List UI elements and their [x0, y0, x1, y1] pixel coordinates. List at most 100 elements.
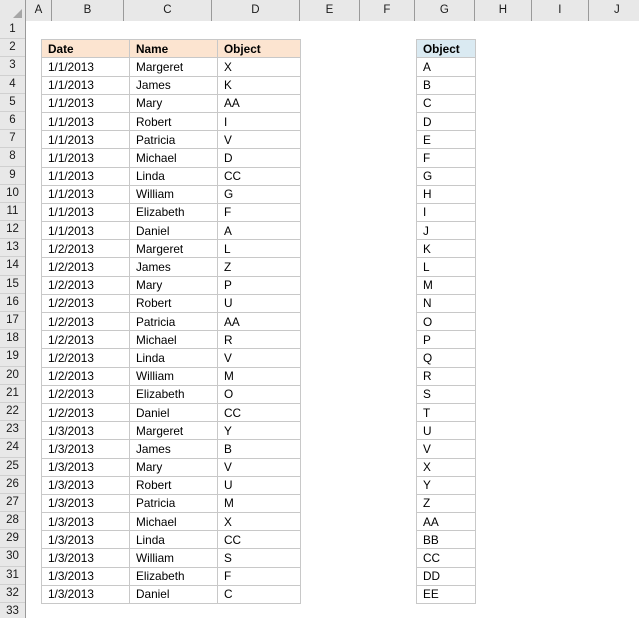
row-header-19[interactable]: 19: [0, 348, 25, 367]
cell-name[interactable]: James: [129, 257, 218, 277]
row-header-32[interactable]: 32: [0, 584, 25, 603]
table-row[interactable]: CC: [416, 548, 476, 568]
column-header-date[interactable]: Date: [41, 39, 130, 59]
cell-date[interactable]: 1/3/2013: [41, 548, 130, 568]
cell-name[interactable]: Mary: [129, 275, 218, 295]
cell-date[interactable]: 1/2/2013: [41, 402, 130, 423]
cell-object[interactable]: DD: [416, 566, 476, 586]
cell-object[interactable]: I: [217, 111, 301, 132]
cell-object[interactable]: X: [217, 57, 301, 77]
cell-name[interactable]: Elizabeth: [129, 566, 218, 586]
table-row[interactable]: 1/3/2013 Daniel C: [41, 584, 301, 605]
cell-date[interactable]: 1/3/2013: [41, 512, 130, 532]
cell-object[interactable]: X: [416, 457, 476, 477]
cell-object[interactable]: R: [217, 330, 301, 350]
cell-object[interactable]: U: [217, 475, 301, 495]
cell-object[interactable]: AA: [217, 311, 301, 332]
table-row[interactable]: I: [416, 202, 476, 223]
cell-name[interactable]: Mary: [129, 457, 218, 477]
cell-date[interactable]: 1/2/2013: [41, 330, 130, 350]
cell-object[interactable]: K: [416, 239, 476, 259]
row-header-22[interactable]: 22: [0, 402, 25, 422]
table-row[interactable]: 1/1/2013 Michael D: [41, 148, 301, 168]
grid-canvas[interactable]: Date Name Object 1/1/2013 Margeret X 1/1/20…: [26, 21, 639, 618]
row-header-7[interactable]: 7: [0, 130, 25, 149]
cell-object[interactable]: P: [416, 330, 476, 350]
cell-date[interactable]: 1/2/2013: [41, 293, 130, 314]
cell-name[interactable]: William: [129, 548, 218, 568]
column-header-object-list[interactable]: Object: [416, 39, 476, 59]
row-header-20[interactable]: 20: [0, 366, 25, 385]
cell-object[interactable]: S: [217, 548, 301, 568]
select-all-button[interactable]: [0, 0, 26, 21]
table-row[interactable]: 1/3/2013 Elizabeth F: [41, 566, 301, 586]
cell-date[interactable]: 1/1/2013: [41, 184, 130, 204]
table-row[interactable]: Z: [416, 493, 476, 514]
row-header-14[interactable]: 14: [0, 257, 25, 276]
cell-name[interactable]: Linda: [129, 530, 218, 550]
table-row[interactable]: BB: [416, 530, 476, 550]
table-row[interactable]: 1/3/2013 Robert U: [41, 475, 301, 495]
row-header-25[interactable]: 25: [0, 457, 25, 476]
cell-date[interactable]: 1/2/2013: [41, 311, 130, 332]
cell-object[interactable]: X: [217, 512, 301, 532]
cell-object[interactable]: O: [416, 311, 476, 332]
cell-object[interactable]: CC: [217, 402, 301, 423]
cell-date[interactable]: 1/1/2013: [41, 93, 130, 113]
table-row[interactable]: O: [416, 311, 476, 332]
table-row[interactable]: 1/2/2013 Patricia AA: [41, 311, 301, 332]
row-header-4[interactable]: 4: [0, 75, 25, 94]
cell-date[interactable]: 1/2/2013: [41, 257, 130, 277]
cell-object[interactable]: I: [416, 202, 476, 223]
row-header-15[interactable]: 15: [0, 275, 25, 294]
row-header-6[interactable]: 6: [0, 111, 25, 131]
cell-object[interactable]: CC: [217, 530, 301, 550]
cell-object[interactable]: Z: [416, 493, 476, 514]
cell-name[interactable]: James: [129, 75, 218, 95]
cell-name[interactable]: Margeret: [129, 239, 218, 259]
cell-object[interactable]: AA: [217, 93, 301, 113]
table-row[interactable]: 1/2/2013 James Z: [41, 257, 301, 277]
cell-date[interactable]: 1/1/2013: [41, 166, 130, 186]
row-header-30[interactable]: 30: [0, 548, 25, 567]
cell-name[interactable]: Robert: [129, 475, 218, 495]
table-row[interactable]: V: [416, 439, 476, 459]
row-header-26[interactable]: 26: [0, 475, 25, 494]
cell-object[interactable]: M: [217, 493, 301, 514]
cell-object[interactable]: Z: [217, 257, 301, 277]
table-row[interactable]: 1/1/2013 Patricia V: [41, 130, 301, 150]
cell-date[interactable]: 1/2/2013: [41, 239, 130, 259]
table-row[interactable]: 1/1/2013 Robert I: [41, 111, 301, 132]
row-header-33[interactable]: 33: [0, 603, 25, 618]
table-row[interactable]: Q: [416, 348, 476, 368]
row-header-8[interactable]: 8: [0, 148, 25, 167]
row-header-29[interactable]: 29: [0, 530, 25, 549]
cell-date[interactable]: 1/1/2013: [41, 221, 130, 241]
table-row[interactable]: 1/2/2013 Margeret L: [41, 239, 301, 259]
table-row[interactable]: G: [416, 166, 476, 186]
cell-object[interactable]: D: [416, 111, 476, 132]
row-header-27[interactable]: 27: [0, 493, 25, 513]
cell-date[interactable]: 1/1/2013: [41, 57, 130, 77]
row-header-9[interactable]: 9: [0, 166, 25, 185]
cell-object[interactable]: G: [217, 184, 301, 204]
cell-object[interactable]: S: [416, 384, 476, 404]
cell-date[interactable]: 1/3/2013: [41, 493, 130, 514]
cell-object[interactable]: F: [416, 148, 476, 168]
table-row[interactable]: K: [416, 239, 476, 259]
column-header-object[interactable]: Object: [217, 39, 301, 59]
table-row[interactable]: E: [416, 130, 476, 150]
cell-object[interactable]: V: [217, 457, 301, 477]
cell-object[interactable]: CC: [416, 548, 476, 568]
row-header-17[interactable]: 17: [0, 312, 25, 331]
cell-date[interactable]: 1/2/2013: [41, 275, 130, 295]
row-header-10[interactable]: 10: [0, 184, 25, 203]
cell-date[interactable]: 1/1/2013: [41, 202, 130, 223]
cell-date[interactable]: 1/2/2013: [41, 384, 130, 404]
spreadsheet-grid[interactable]: ABCDEFGHIJ 1 2 3 4 5 6 7 8 9 10 11 12 13 14 15 16 17 18 19…: [0, 0, 639, 618]
cell-date[interactable]: 1/3/2013: [41, 421, 130, 441]
cell-name[interactable]: Patricia: [129, 311, 218, 332]
cell-object[interactable]: R: [416, 366, 476, 386]
cell-object[interactable]: B: [416, 75, 476, 95]
cell-object[interactable]: E: [416, 130, 476, 150]
